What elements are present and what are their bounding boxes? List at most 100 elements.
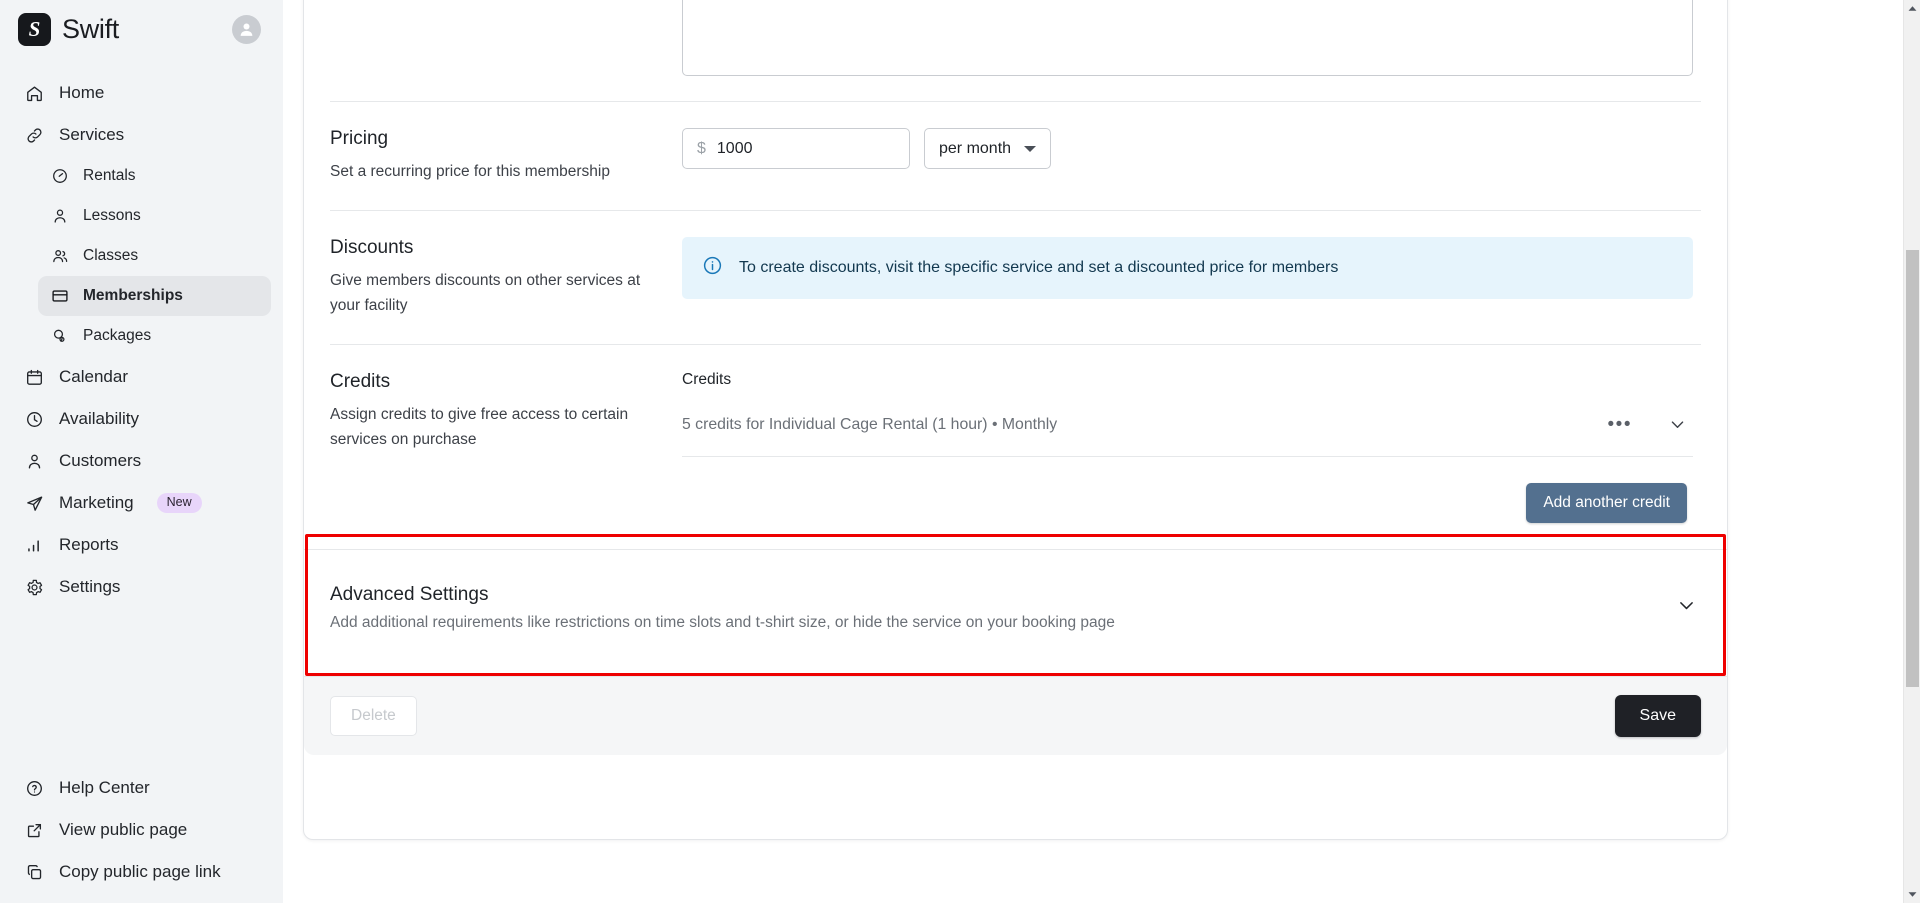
sidebar-item-label: Customers [59, 451, 142, 470]
sidebar: S Swift Home Services Rentals Lessons Cl… [0, 0, 283, 903]
avatar[interactable] [232, 15, 261, 44]
copy-icon [24, 862, 45, 883]
send-icon [24, 493, 45, 514]
membership-form-card: Pricing Set a recurring price for this m… [303, 0, 1728, 840]
sidebar-item-marketing[interactable]: Marketing New [12, 482, 271, 524]
pricing-description: Set a recurring price for this membershi… [330, 163, 610, 180]
sidebar-nav: Home Services Rentals Lessons Classes Me… [0, 72, 283, 608]
discounts-section: Discounts Give members discounts on othe… [330, 211, 1701, 344]
billing-interval-value: per month [939, 139, 1012, 157]
credits-list-header: Credits [682, 371, 732, 389]
chevron-down-icon [1024, 145, 1037, 152]
sidebar-bottom-nav: Help Center View public page Copy public… [0, 767, 283, 903]
add-another-credit-button[interactable]: Add another credit [1526, 483, 1687, 524]
description-textarea[interactable] [682, 0, 1693, 76]
swift-logo-icon: S [18, 13, 51, 46]
discounts-left-column: Discounts Give members discounts on othe… [330, 237, 682, 318]
person-icon [50, 207, 69, 226]
description-right-column [682, 0, 1701, 76]
credits-right-column: Credits 5 credits for Individual Cage Re… [682, 371, 1701, 524]
card-icon [50, 287, 69, 306]
sidebar-item-label: Lessons [83, 207, 141, 224]
advanced-settings-texts: Advanced Settings Add additional require… [330, 584, 1676, 632]
advanced-settings-section: Advanced Settings Add additional require… [304, 534, 1727, 677]
scrollbar-thumb[interactable] [1906, 250, 1919, 687]
sidebar-item-memberships[interactable]: Memberships [38, 276, 271, 316]
scroll-up-arrow-icon[interactable] [1904, 0, 1920, 17]
description-section [330, 0, 1701, 76]
marketing-new-badge: New [156, 493, 202, 513]
sidebar-item-label: Memberships [83, 287, 183, 304]
sidebar-item-label: Classes [83, 247, 139, 264]
chevron-down-icon[interactable] [1668, 415, 1687, 434]
pricing-left-column: Pricing Set a recurring price for this m… [330, 128, 682, 184]
discounts-info-banner: To create discounts, visit the specific … [682, 237, 1693, 300]
add-credit-row: Add another credit [682, 457, 1693, 524]
sidebar-item-label: Marketing [59, 493, 134, 512]
brand[interactable]: S Swift [18, 13, 119, 46]
sidebar-item-services[interactable]: Services [12, 114, 271, 156]
sidebar-item-view-public-page[interactable]: View public page [12, 809, 271, 851]
currency-symbol: $ [697, 139, 706, 157]
home-icon [24, 83, 45, 104]
chevron-down-icon[interactable] [1676, 595, 1697, 621]
billing-interval-select[interactable]: per month [924, 128, 1052, 169]
sidebar-item-label: Calendar [59, 367, 128, 386]
sidebar-item-calendar[interactable]: Calendar [12, 356, 271, 398]
sidebar-item-label: Home [59, 83, 105, 102]
sidebar-item-rentals[interactable]: Rentals [38, 156, 271, 196]
credits-description: Assign credits to give free access to ce… [330, 406, 629, 449]
advanced-settings-description: Add additional requirements like restric… [330, 614, 1115, 632]
credits-title: Credits [330, 371, 391, 393]
credits-section: Credits Assign credits to give free acce… [330, 345, 1701, 549]
main-content: Pricing Set a recurring price for this m… [283, 0, 1920, 903]
credit-item-actions: ••• [1608, 415, 1693, 434]
sidebar-item-availability[interactable]: Availability [12, 398, 271, 440]
link-icon [24, 125, 45, 146]
price-value: 1000 [716, 139, 753, 157]
credits-left-column: Credits Assign credits to give free acce… [330, 371, 682, 523]
discounts-description: Give members discounts on other services… [330, 272, 641, 315]
price-controls: $ 1000 per month [682, 128, 1693, 169]
scroll-down-arrow-icon[interactable] [1904, 886, 1920, 903]
vertical-scrollbar[interactable] [1903, 0, 1920, 903]
form-footer: Delete Save [304, 676, 1727, 756]
advanced-settings-toggle[interactable]: Advanced Settings Add additional require… [304, 550, 1727, 662]
question-circle-icon [24, 778, 45, 799]
external-link-icon [24, 820, 45, 841]
pricing-section: Pricing Set a recurring price for this m… [330, 102, 1701, 210]
person-icon [24, 451, 45, 472]
save-button[interactable]: Save [1614, 695, 1701, 738]
sidebar-item-label: Copy public page link [59, 862, 221, 881]
more-horizontal-icon[interactable]: ••• [1608, 415, 1632, 434]
sidebar-item-label: Services [59, 125, 125, 144]
sidebar-header: S Swift [0, 0, 283, 56]
credit-list-item[interactable]: 5 credits for Individual Cage Rental (1 … [682, 415, 1693, 458]
sidebar-item-help-center[interactable]: Help Center [12, 767, 271, 809]
sidebar-item-classes[interactable]: Classes [38, 236, 271, 276]
sidebar-item-copy-public-page-link[interactable]: Copy public page link [12, 851, 271, 893]
discounts-title: Discounts [330, 237, 414, 259]
price-input[interactable]: $ 1000 [682, 128, 910, 169]
advanced-settings-title: Advanced Settings [330, 584, 489, 606]
clock-icon [24, 409, 45, 430]
sidebar-item-label: Rentals [83, 167, 136, 184]
pricing-right-column: $ 1000 per month [682, 128, 1701, 184]
sidebar-item-customers[interactable]: Customers [12, 440, 271, 482]
sidebar-item-packages[interactable]: Packages [38, 316, 271, 356]
sidebar-item-label: Packages [83, 327, 152, 344]
discounts-info-text: To create discounts, visit the specific … [739, 259, 1339, 277]
sidebar-item-home[interactable]: Home [12, 72, 271, 114]
coins-icon [50, 327, 69, 346]
sidebar-item-label: Help Center [59, 778, 150, 797]
sidebar-item-settings[interactable]: Settings [12, 566, 271, 608]
sidebar-item-label: View public page [59, 820, 188, 839]
sidebar-item-lessons[interactable]: Lessons [38, 196, 271, 236]
sidebar-item-label: Availability [59, 409, 140, 428]
bar-chart-icon [24, 535, 45, 556]
sidebar-item-reports[interactable]: Reports [12, 524, 271, 566]
info-circle-icon [702, 255, 723, 281]
delete-button[interactable]: Delete [330, 696, 417, 737]
